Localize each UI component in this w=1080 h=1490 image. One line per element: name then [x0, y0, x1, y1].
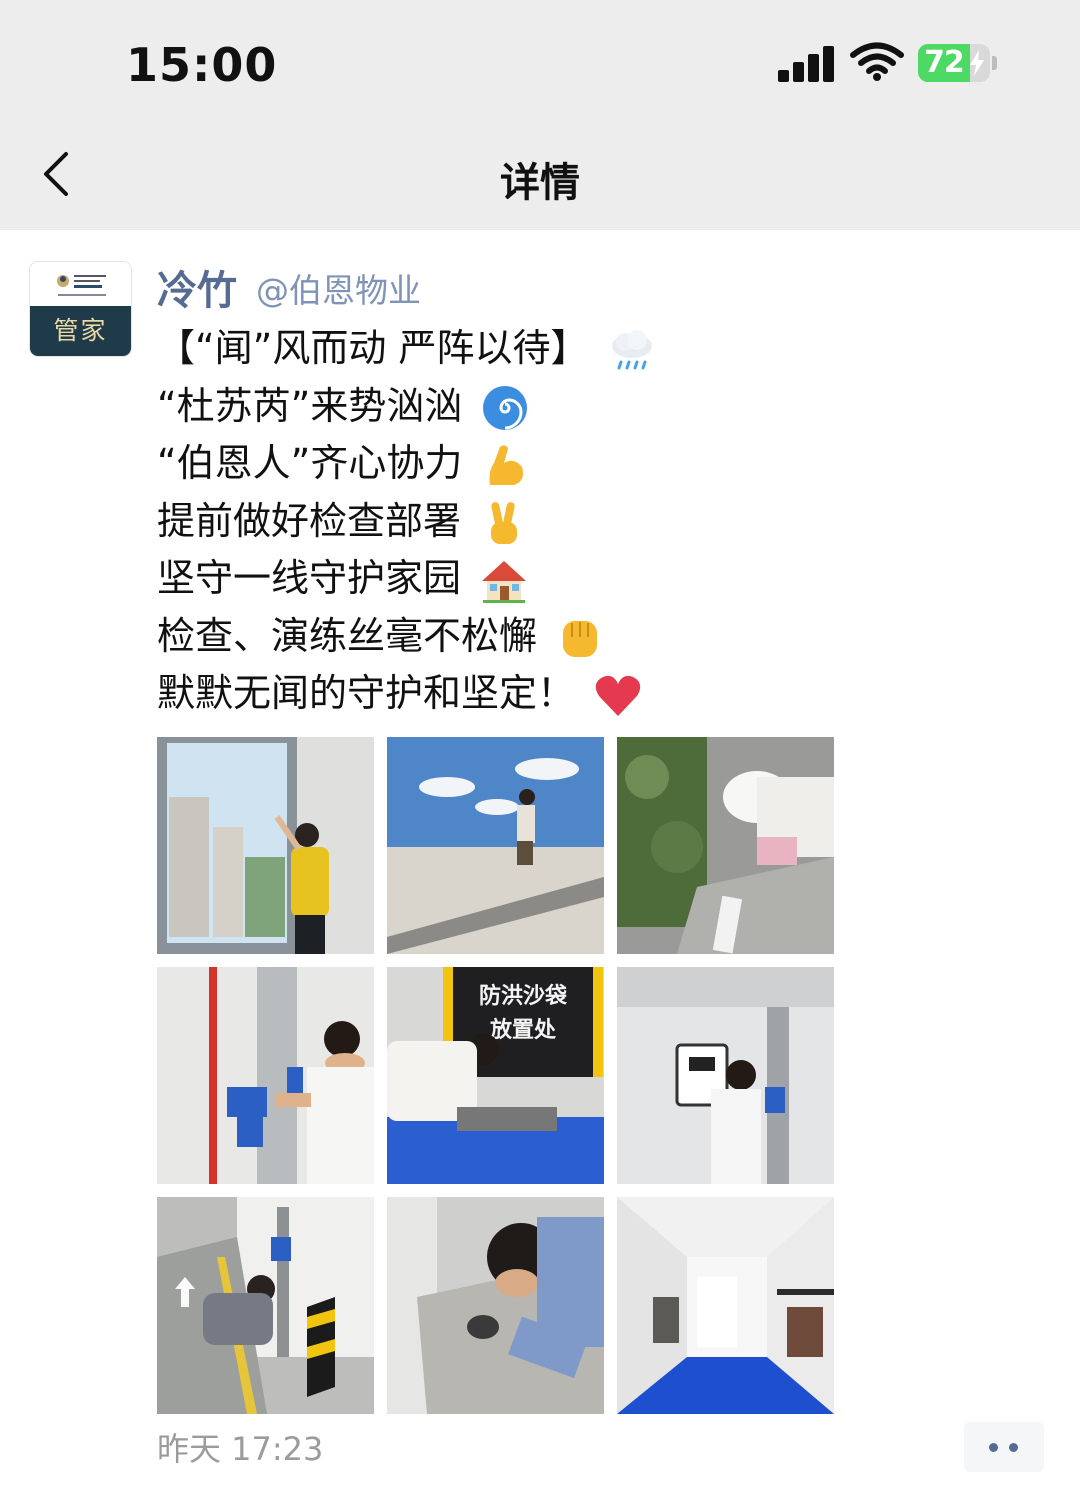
sandbag-sign-line2: 放置处 [489, 1017, 556, 1043]
post-line: 提前做好检查部署 [157, 493, 857, 551]
more-dots-icon[interactable] [964, 1422, 1044, 1472]
cloud-rain-icon [611, 329, 652, 369]
photo-floor-drain-check[interactable] [387, 1197, 604, 1414]
post-line: “杜苏芮”来势汹汹 [157, 378, 857, 436]
bolt-icon [970, 50, 984, 76]
author-handle[interactable]: @伯恩物业 [256, 264, 421, 312]
author-name[interactable]: 冷竹 [157, 258, 237, 316]
post-line-text: 默默无闻的守护和坚定！ [157, 671, 576, 715]
battery-charging-icon: 72 [918, 44, 998, 82]
photo-valve-inspection[interactable] [157, 967, 374, 1184]
post-content: 【“闻”风而动 严阵以待】 “杜苏芮”来势汹汹 “伯恩人”齐心协力 提前做好检查… [157, 320, 857, 723]
avatar-logo [30, 262, 131, 306]
photo-control-panel-check[interactable] [617, 967, 834, 1184]
page-title: 详情 [500, 160, 580, 206]
avatar-label: 管家 [30, 306, 131, 356]
cyclone-icon [483, 386, 528, 430]
flexed-biceps-icon [489, 444, 524, 485]
sandbag-sign-line1: 防洪沙袋 [479, 983, 568, 1009]
post-line: 【“闻”风而动 严阵以待】 [157, 320, 857, 378]
post-line: 默默无闻的守护和坚定！ [157, 665, 857, 723]
avatar[interactable]: 管家 [30, 262, 131, 356]
post-line-text: “杜苏芮”来势汹汹 [157, 383, 463, 428]
post-line-text: 检查、演练丝毫不松懈 [157, 613, 538, 658]
post-timestamp: 昨天 17:23 [157, 1430, 324, 1468]
red-heart-icon [595, 675, 641, 716]
photo-empty-room[interactable] [617, 1197, 834, 1414]
post-line-text: “伯恩人”齐心协力 [157, 441, 463, 485]
status-time: 15:00 [126, 38, 278, 92]
header-area: 15:00 72 详情 [0, 0, 1080, 230]
house-icon [482, 560, 527, 603]
photo-grid: 防洪沙袋 放置处 [157, 737, 834, 1414]
post-line: 检查、演练丝毫不松懈 [157, 608, 857, 666]
post-line-text: 坚守一线守护家园 [157, 556, 462, 600]
battery-text: 72 [924, 45, 965, 80]
post-line: 坚守一线守护家园 [157, 550, 857, 608]
post-line-text: 提前做好检查部署 [157, 498, 462, 543]
photo-curb-drain-check[interactable] [617, 737, 834, 954]
post-line: “伯恩人”齐心协力 [157, 435, 857, 493]
photo-sandbag-station[interactable]: 防洪沙袋 放置处 [387, 967, 604, 1184]
raised-fist-icon [563, 621, 598, 657]
signal-icon [778, 46, 834, 82]
victory-hand-icon [491, 502, 518, 544]
wifi-icon [850, 42, 904, 81]
photo-garage-drain-check[interactable] [157, 1197, 374, 1414]
post-line-text: 【“闻”风而动 严阵以待】 [157, 326, 589, 370]
photo-drain-clearing[interactable] [387, 737, 604, 954]
photo-window-inspection[interactable] [157, 737, 374, 954]
